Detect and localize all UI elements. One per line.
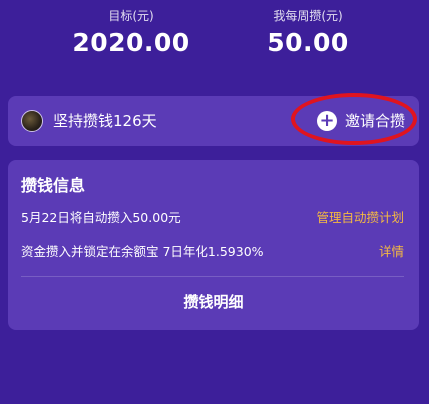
target-stat: 目标(元) 2020.00 (51, 8, 211, 58)
savings-info-card: 攒钱信息 5月22日将自动攒入50.00元 管理自动攒计划 资金攒入并锁定在余额… (8, 160, 419, 330)
avatar (21, 110, 43, 132)
target-value: 2020.00 (72, 28, 190, 57)
info-title: 攒钱信息 (21, 176, 86, 195)
auto-save-text: 5月22日将自动攒入50.00元 (21, 210, 181, 225)
manage-auto-plan-link[interactable]: 管理自动攒计划 (316, 208, 404, 228)
weekly-value: 50.00 (267, 28, 349, 57)
weekly-stat: 我每周攒(元) 50.00 (228, 8, 388, 58)
auto-save-row: 5月22日将自动攒入50.00元 管理自动攒计划 (21, 208, 404, 228)
streak-text: 坚持攒钱126天 (53, 112, 157, 130)
invite-label: 邀请合攒 (344, 112, 405, 130)
details-link[interactable]: 详情 (379, 242, 404, 262)
weekly-label: 我每周攒(元) (273, 9, 343, 23)
lock-text: 资金攒入并锁定在余额宝 7日年化1.5930% (21, 244, 264, 259)
target-label: 目标(元) (108, 9, 154, 23)
plus-icon: + (316, 111, 337, 131)
invite-button[interactable]: + 邀请合攒 (290, 93, 417, 145)
savings-stats: 目标(元) 2020.00 我每周攒(元) 50.00 (0, 0, 429, 70)
lock-row: 资金攒入并锁定在余额宝 7日年化1.5930% 详情 (21, 242, 404, 262)
divider (21, 276, 404, 277)
savings-details-button[interactable]: 攒钱明细 (8, 290, 419, 314)
streak-card: 坚持攒钱126天 + 邀请合攒 (8, 93, 419, 146)
